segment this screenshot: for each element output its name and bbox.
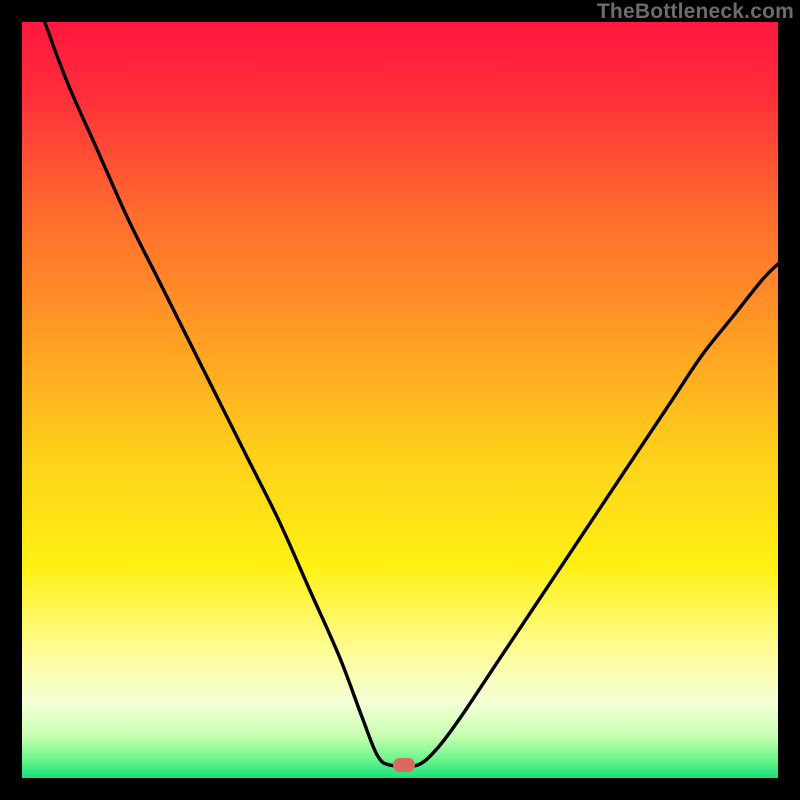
watermark-text: TheBottleneck.com — [597, 0, 794, 24]
bottleneck-curve — [45, 22, 778, 767]
bottleneck-curve-svg — [22, 22, 778, 778]
chart-frame: TheBottleneck.com — [0, 0, 800, 800]
optimum-marker — [393, 758, 415, 772]
